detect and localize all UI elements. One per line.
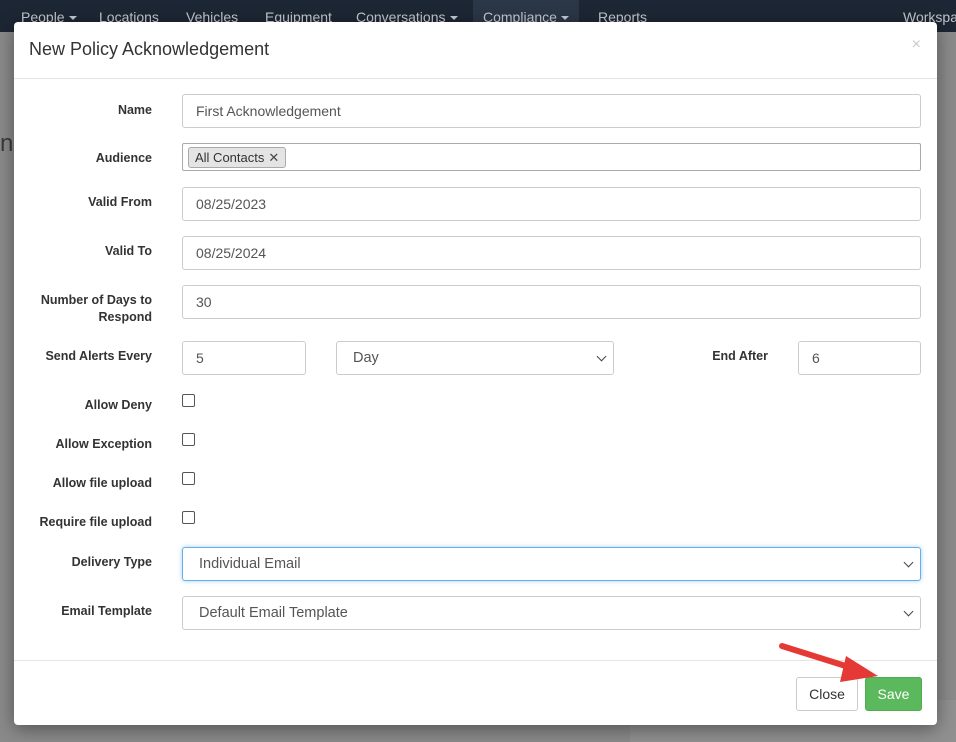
close-icon[interactable]: × [912,36,921,54]
delivery-type-label: Delivery Type [71,555,152,569]
chevron-down-icon [596,351,607,362]
alerts-unit-value: Day [353,350,379,366]
allow-deny-checkbox[interactable] [182,394,195,407]
require-file-upload-checkbox[interactable] [182,511,195,524]
save-button[interactable]: Save [865,677,922,711]
delivery-type-value: Individual Email [199,556,301,572]
days-to-respond-label: Number of Days to Respond [40,293,152,324]
email-template-label: Email Template [61,604,152,618]
audience-tag-label: All Contacts [195,150,265,165]
chevron-down-icon [903,557,914,568]
chevron-down-icon [903,606,914,617]
delivery-type-select[interactable]: Individual Email [182,547,921,581]
require-file-upload-label: Require file upload [39,515,152,529]
alerts-unit-select[interactable]: Day [336,341,614,375]
valid-to-label: Valid To [105,244,152,258]
allow-file-upload-checkbox[interactable] [182,472,195,485]
modal-header: New Policy Acknowledgement × [14,22,937,79]
caret-down-icon [560,16,569,21]
modal-title: New Policy Acknowledgement [29,39,270,59]
allow-exception-checkbox[interactable] [182,433,195,446]
end-after-label: End After [712,349,768,363]
email-template-select[interactable]: Default Email Template [182,596,921,630]
audience-tag: All Contacts ✕ [188,147,287,168]
name-input[interactable]: First Acknowledgement [182,94,921,128]
policy-acknowledgement-modal: New Policy Acknowledgement × Name First … [14,22,937,725]
alerts-interval-input[interactable]: 5 [182,341,306,375]
audience-label: Audience [95,151,152,165]
name-label: Name [117,103,152,117]
send-alerts-label: Send Alerts Every [45,349,152,363]
close-button[interactable]: Close [796,677,858,711]
audience-multiselect[interactable]: All Contacts ✕ [182,143,921,171]
valid-from-label: Valid From [88,195,152,209]
valid-from-input[interactable]: 08/25/2023 [182,187,921,221]
allow-file-upload-label: Allow file upload [52,476,152,490]
modal-footer: Close Save [14,660,937,725]
caret-down-icon [449,16,458,21]
caret-down-icon [68,16,77,21]
email-template-value: Default Email Template [199,605,348,621]
end-after-input[interactable]: 6 [798,341,921,375]
allow-deny-label: Allow Deny [84,398,152,412]
days-to-respond-input[interactable]: 30 [182,285,921,319]
allow-exception-label: Allow Exception [55,437,152,451]
remove-tag-icon[interactable]: ✕ [268,150,279,165]
valid-to-input[interactable]: 08/25/2024 [182,236,921,270]
